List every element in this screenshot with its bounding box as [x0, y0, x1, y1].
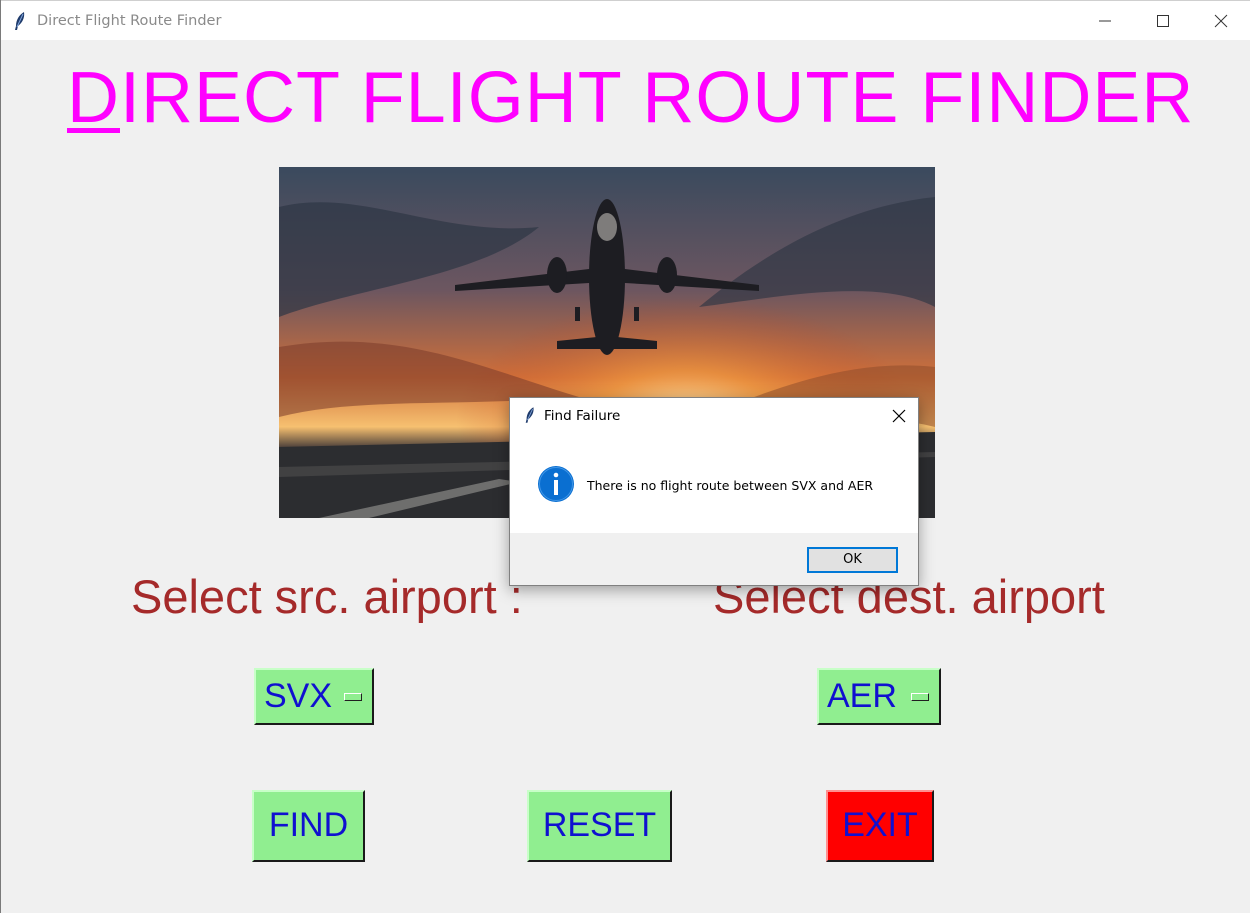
close-icon [1214, 14, 1228, 28]
dialog-title: Find Failure [544, 408, 621, 424]
dropdown-indicator-icon [344, 693, 362, 701]
source-airport-label: Select src. airport : [131, 570, 523, 623]
find-failure-dialog: Find Failure There is no flight route be… [509, 397, 919, 586]
minimize-button[interactable] [1077, 1, 1133, 41]
find-button[interactable]: FIND [252, 790, 365, 862]
page-title-rest: IRECT FLIGHT ROUTE FINDER [120, 58, 1195, 138]
page-title-first-letter: D [67, 58, 120, 138]
dialog-close-button[interactable] [884, 402, 914, 430]
dialog-message: There is no flight route between SVX and… [587, 478, 874, 493]
source-airport-value: SVX [264, 677, 333, 715]
close-icon [892, 409, 906, 423]
dialog-footer: OK [510, 533, 918, 585]
app-window: Direct Flight Route Finder DIRECT FLIGHT… [0, 0, 1250, 913]
maximize-button[interactable] [1135, 1, 1191, 41]
window-title: Direct Flight Route Finder [37, 13, 222, 29]
title-bar[interactable]: Direct Flight Route Finder [1, 0, 1250, 40]
dropdown-indicator-icon [911, 693, 929, 701]
ok-button[interactable]: OK [807, 547, 898, 573]
destination-airport-value: AER [827, 677, 897, 715]
feather-icon [15, 12, 25, 30]
feather-icon [525, 407, 534, 423]
reset-button[interactable]: RESET [527, 790, 672, 862]
source-airport-dropdown[interactable]: SVX [254, 668, 374, 725]
minimize-icon [1099, 20, 1111, 22]
exit-button[interactable]: EXIT [826, 790, 934, 862]
info-icon [538, 466, 574, 502]
close-button[interactable] [1193, 1, 1249, 41]
page-title: DIRECT FLIGHT ROUTE FINDER [67, 58, 1194, 138]
destination-airport-dropdown[interactable]: AER [817, 668, 941, 725]
maximize-icon [1157, 15, 1169, 27]
